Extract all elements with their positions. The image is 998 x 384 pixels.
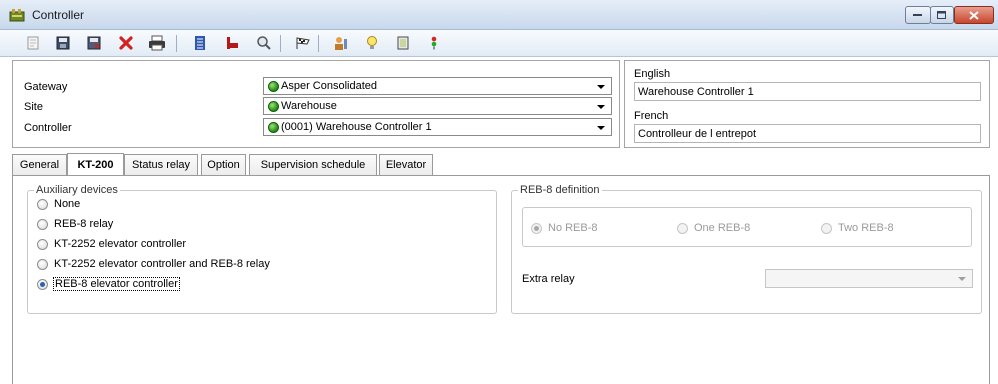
radio-button[interactable] (677, 222, 688, 234)
chevron-down-icon (597, 85, 605, 89)
radio-button-selected[interactable] (37, 278, 48, 290)
auxiliary-devices-title: Auxiliary devices (34, 184, 120, 196)
reb-8-option-two[interactable]: Two REB-8 (821, 222, 894, 234)
tab-general[interactable]: General (12, 154, 67, 175)
list-icon[interactable] (190, 33, 210, 53)
reb-8-option-label: Two REB-8 (838, 222, 894, 234)
radio-button[interactable] (821, 222, 832, 234)
aux-option-reb-8-elevator[interactable]: REB-8 elevator controller (37, 277, 180, 291)
controller-selection-panel: Gateway Asper Consolidated Site Warehous… (12, 60, 620, 148)
toolbar-separator (176, 35, 177, 52)
chevron-down-icon (597, 126, 605, 130)
reb-8-option-one[interactable]: One REB-8 (677, 222, 750, 234)
bulb-icon[interactable] (362, 33, 382, 53)
title-bar: Controller (0, 0, 998, 30)
print-icon[interactable] (147, 33, 167, 53)
reb-8-option-none[interactable]: No REB-8 (531, 222, 598, 234)
aux-option-label: None (54, 198, 81, 210)
gateway-select[interactable]: Asper Consolidated (263, 77, 612, 95)
maximize-button[interactable] (930, 6, 954, 24)
tab-status-relay[interactable]: Status relay (124, 154, 198, 175)
users-icon[interactable] (331, 33, 351, 53)
controller-select[interactable]: (0001) Warehouse Controller 1 (263, 118, 612, 136)
toolbar-separator (318, 35, 319, 52)
tab-kt-200[interactable]: KT-200 (67, 153, 124, 175)
controller-app-icon (9, 8, 25, 22)
status-online-icon (268, 122, 279, 133)
aux-option-label: KT-2252 elevator controller (54, 238, 187, 250)
maximize-icon (937, 10, 946, 19)
reb-8-definition-group: REB-8 definition No REB-8 One REB-8 Two … (511, 184, 982, 314)
radio-button[interactable] (37, 258, 48, 270)
radio-button[interactable] (37, 198, 48, 210)
extra-relay-label: Extra relay (522, 273, 575, 285)
aux-option-label: REB-8 relay (54, 218, 114, 230)
chevron-down-icon (958, 277, 966, 281)
aux-option-none[interactable]: None (37, 198, 80, 210)
radio-button[interactable] (37, 218, 48, 230)
auxiliary-devices-group: Auxiliary devices None REB-8 relay KT-22… (27, 184, 497, 314)
tab-supervision-schedule[interactable]: Supervision schedule (249, 154, 377, 175)
reb-8-option-label: No REB-8 (548, 222, 598, 234)
radio-button[interactable] (37, 238, 48, 250)
new-icon[interactable] (23, 33, 43, 53)
aux-option-reb-8-relay[interactable]: REB-8 relay (37, 218, 113, 230)
minimize-button[interactable] (905, 6, 931, 24)
close-icon (969, 10, 979, 20)
site-label: Site (24, 101, 43, 113)
english-name-field[interactable]: Warehouse Controller 1 (634, 82, 981, 101)
aux-option-kt-2252[interactable]: KT-2252 elevator controller (37, 238, 186, 250)
english-label: English (634, 68, 671, 80)
checkered-flag-icon[interactable] (293, 33, 313, 53)
reb-8-option-label: One REB-8 (694, 222, 751, 234)
radio-button-selected[interactable] (531, 222, 542, 234)
controller-label: Controller (24, 122, 72, 134)
french-name-field[interactable]: Controlleur de l entrepot (634, 124, 981, 143)
french-label: French (634, 110, 669, 122)
language-panel: English Warehouse Controller 1 French Co… (624, 60, 990, 148)
gateway-label: Gateway (24, 81, 68, 93)
search-icon[interactable] (254, 33, 274, 53)
chevron-down-icon (597, 105, 605, 109)
traffic-light-icon[interactable] (424, 33, 444, 53)
aux-option-label: REB-8 elevator controller (53, 277, 180, 291)
tab-elevator[interactable]: Elevator (379, 154, 433, 175)
site-select[interactable]: Warehouse (263, 97, 612, 115)
kt-200-tab-panel: Auxiliary devices None REB-8 relay KT-22… (12, 176, 990, 384)
extra-relay-select[interactable] (765, 269, 973, 288)
gateway-value: Asper Consolidated (281, 80, 378, 92)
minimize-icon (913, 14, 922, 16)
status-online-icon (268, 81, 279, 92)
site-value: Warehouse (281, 100, 337, 112)
toolbar (0, 30, 998, 57)
flag-red-icon[interactable] (222, 33, 242, 53)
toolbar-separator (280, 35, 281, 52)
aux-option-label: KT-2252 elevator controller and REB-8 re… (54, 258, 270, 270)
tab-option[interactable]: Option (201, 154, 246, 175)
controller-value: (0001) Warehouse Controller 1 (281, 121, 432, 133)
save-close-icon[interactable] (84, 33, 104, 53)
save-icon[interactable] (53, 33, 73, 53)
door-icon[interactable] (393, 33, 413, 53)
window-title: Controller (32, 8, 85, 22)
status-online-icon (268, 101, 279, 112)
aux-option-kt-2252-and-reb-8[interactable]: KT-2252 elevator controller and REB-8 re… (37, 258, 270, 270)
close-button[interactable] (954, 6, 994, 24)
delete-icon[interactable] (116, 33, 136, 53)
reb-8-count-group: No REB-8 One REB-8 Two REB-8 (522, 207, 972, 247)
reb-8-definition-title: REB-8 definition (518, 184, 602, 196)
